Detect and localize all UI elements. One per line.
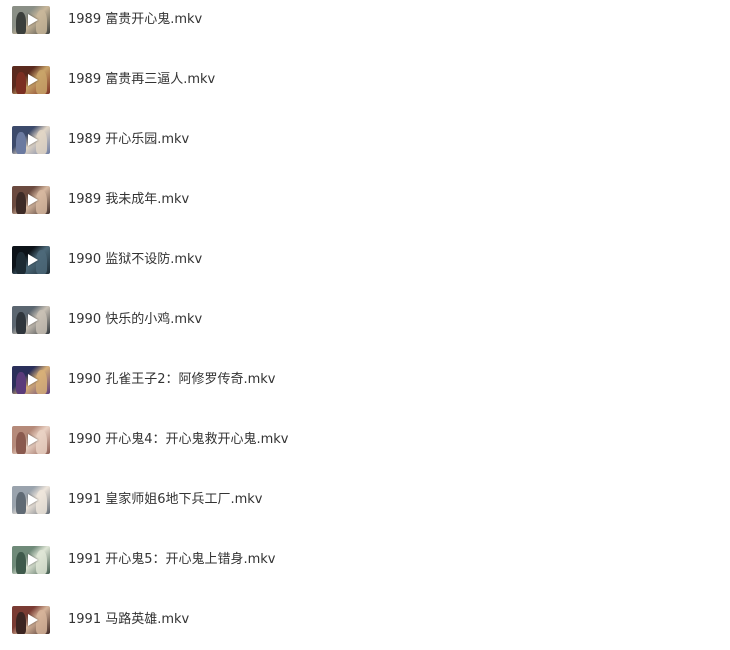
thumbnail-figure [16, 252, 26, 274]
thumbnail-figure [16, 72, 26, 94]
play-icon [28, 554, 38, 566]
file-name[interactable]: 1989 富贵开心鬼.mkv [68, 12, 202, 28]
thumbnail-figure [16, 552, 26, 574]
file-name[interactable]: 1991 皇家师姐6地下兵工厂.mkv [68, 492, 263, 508]
thumbnail-figure [16, 372, 26, 394]
play-icon [28, 434, 38, 446]
file-row[interactable]: 1989 开心乐园.mkv [0, 120, 730, 160]
video-thumbnail[interactable] [12, 486, 50, 514]
play-icon [28, 254, 38, 266]
file-row[interactable]: 1990 监狱不设防.mkv [0, 240, 730, 280]
file-name[interactable]: 1990 快乐的小鸡.mkv [68, 312, 202, 328]
play-icon [28, 374, 38, 386]
play-icon [28, 494, 38, 506]
file-name[interactable]: 1989 富贵再三逼人.mkv [68, 72, 215, 88]
file-name[interactable]: 1989 开心乐园.mkv [68, 132, 189, 148]
file-row[interactable]: 1991 皇家师姐6地下兵工厂.mkv [0, 480, 730, 520]
file-row[interactable]: 1991 开心鬼5：开心鬼上错身.mkv [0, 540, 730, 580]
thumbnail-figure [16, 432, 26, 454]
file-row[interactable]: 1990 快乐的小鸡.mkv [0, 300, 730, 340]
play-icon [28, 134, 38, 146]
file-name[interactable]: 1990 孔雀王子2：阿修罗传奇.mkv [68, 372, 276, 388]
thumbnail-figure [16, 492, 26, 514]
thumbnail-figure [16, 132, 26, 154]
play-icon [28, 614, 38, 626]
file-row[interactable]: 1990 开心鬼4：开心鬼救开心鬼.mkv [0, 420, 730, 460]
file-name[interactable]: 1991 开心鬼5：开心鬼上错身.mkv [68, 552, 276, 568]
play-icon [28, 314, 38, 326]
file-row[interactable]: 1989 富贵开心鬼.mkv [0, 0, 730, 40]
file-name[interactable]: 1991 马路英雄.mkv [68, 612, 189, 628]
file-name[interactable]: 1990 开心鬼4：开心鬼救开心鬼.mkv [68, 432, 289, 448]
video-thumbnail[interactable] [12, 186, 50, 214]
video-thumbnail[interactable] [12, 606, 50, 634]
file-name[interactable]: 1989 我未成年.mkv [68, 192, 189, 208]
file-name[interactable]: 1990 监狱不设防.mkv [68, 252, 202, 268]
video-thumbnail[interactable] [12, 126, 50, 154]
file-row[interactable]: 1989 我未成年.mkv [0, 180, 730, 220]
file-row[interactable]: 1991 马路英雄.mkv [0, 600, 730, 640]
play-icon [28, 194, 38, 206]
video-thumbnail[interactable] [12, 546, 50, 574]
video-thumbnail[interactable] [12, 426, 50, 454]
video-thumbnail[interactable] [12, 66, 50, 94]
thumbnail-figure [16, 192, 26, 214]
play-icon [28, 74, 38, 86]
video-thumbnail[interactable] [12, 306, 50, 334]
file-list: 1989 富贵开心鬼.mkv 1989 富贵再三逼人.mkv 1989 开心乐园.m… [0, 0, 730, 650]
thumbnail-figure [16, 612, 26, 634]
file-row[interactable]: 1990 孔雀王子2：阿修罗传奇.mkv [0, 360, 730, 400]
thumbnail-figure [16, 312, 26, 334]
video-thumbnail[interactable] [12, 366, 50, 394]
file-row[interactable]: 1989 富贵再三逼人.mkv [0, 60, 730, 100]
play-icon [28, 14, 38, 26]
video-thumbnail[interactable] [12, 6, 50, 34]
thumbnail-figure [16, 12, 26, 34]
video-thumbnail[interactable] [12, 246, 50, 274]
